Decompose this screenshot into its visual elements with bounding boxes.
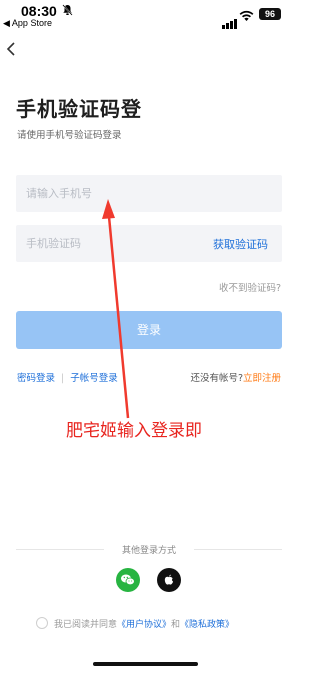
no-code-link[interactable]: 收不到验证码? xyxy=(219,280,281,294)
link-divider: | xyxy=(61,373,65,384)
status-bar: 08:30 ◀ App Store 96 xyxy=(0,0,289,32)
agreement-prefix: 我已阅读并同意 xyxy=(54,620,118,630)
wechat-login-button[interactable] xyxy=(116,568,140,592)
register-link[interactable]: 立即注册 xyxy=(243,373,281,384)
code-field-container: 获取验证码 xyxy=(16,225,282,262)
wifi-icon xyxy=(239,7,254,26)
get-code-button[interactable]: 获取验证码 xyxy=(213,236,268,252)
agreement-and: 和 xyxy=(171,620,181,630)
apple-login-button[interactable] xyxy=(157,568,181,592)
divider-line-right xyxy=(194,549,282,550)
verification-code-input[interactable] xyxy=(26,225,196,262)
page-title: 手机验证码登 xyxy=(16,97,142,121)
privacy-policy-link[interactable]: 《隐私政策》 xyxy=(180,620,234,630)
battery-indicator: 96 xyxy=(259,8,281,20)
register-prompt: 还没有帐号?立即注册 xyxy=(190,370,281,384)
phone-input[interactable] xyxy=(26,175,196,212)
silent-bell-icon xyxy=(62,4,73,19)
no-account-text: 还没有帐号? xyxy=(190,373,243,384)
password-login-link[interactable]: 密码登录 xyxy=(17,373,55,384)
back-chevron-icon[interactable] xyxy=(4,38,20,60)
user-agreement-link[interactable]: 《用户协议》 xyxy=(117,620,171,630)
home-indicator xyxy=(93,662,198,666)
status-time: 08:30 xyxy=(21,3,57,19)
annotation-text: 肥宅姬输入登录即 xyxy=(66,421,202,441)
sub-account-login-link[interactable]: 子帐号登录 xyxy=(70,373,118,384)
other-login-divider: 其他登录方式 xyxy=(16,543,282,557)
login-options-row: 密码登录 | 子帐号登录 还没有帐号?立即注册 xyxy=(17,370,281,384)
login-button[interactable]: 登录 xyxy=(16,311,282,349)
phone-field-container xyxy=(16,175,282,212)
apple-icon xyxy=(164,574,174,585)
back-to-app-store[interactable]: ◀ App Store xyxy=(3,18,52,29)
agreement-text: 我已阅读并同意《用户协议》和《隐私政策》 xyxy=(54,617,234,630)
cellular-signal-icon xyxy=(222,10,238,29)
wechat-icon xyxy=(121,574,135,586)
agreement-radio[interactable] xyxy=(36,617,48,629)
page-subtitle: 请使用手机号验证码登录 xyxy=(17,130,122,141)
